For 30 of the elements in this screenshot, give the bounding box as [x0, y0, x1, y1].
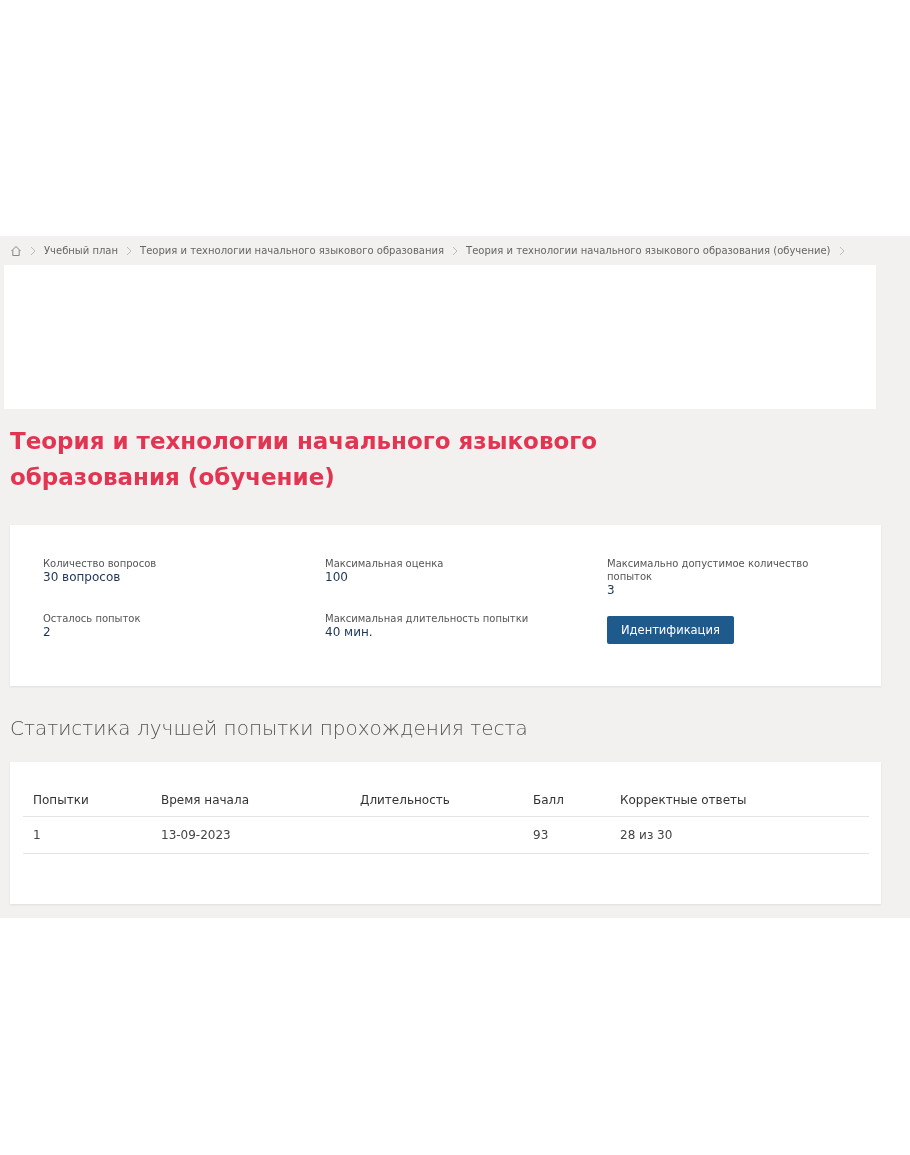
column-header: Балл: [523, 784, 610, 817]
info-value: 40 мин.: [325, 625, 374, 640]
chevron-icon: [30, 245, 36, 256]
info-label: Максимально допустимое количество попыток: [607, 557, 810, 583]
column-header: Время начала: [151, 784, 350, 817]
table-cell: 13-09-2023: [151, 816, 350, 854]
info-label: Максимальная оценка: [325, 557, 445, 570]
table-cell: 1: [23, 816, 151, 854]
column-header: Корректные ответы: [610, 784, 869, 817]
table-cell: 28 из 30: [610, 816, 869, 854]
column-header: Длительность: [350, 784, 523, 817]
chevron-icon: [838, 245, 845, 256]
column-header: Попытки: [23, 784, 151, 817]
chevron-icon: [126, 245, 133, 256]
chevron-icon: [452, 245, 459, 256]
table-cell: 93: [523, 816, 610, 854]
info-label: Осталось попыток: [43, 612, 142, 625]
breadcrumb-link[interactable]: Теория и технологии начального языкового образования: [140, 245, 445, 256]
breadcrumb-link[interactable]: Учебный план: [44, 245, 119, 256]
info-label: Максимальная длительность попытки: [325, 612, 530, 625]
info-label: Количество вопросов: [43, 557, 158, 570]
identification-button[interactable]: Идентификация: [607, 616, 734, 644]
section-heading: Статистика лучшей попытки прохождения теста: [10, 716, 529, 742]
info-value: 100: [325, 570, 349, 585]
home-icon[interactable]: [10, 244, 22, 257]
info-value: 2: [43, 625, 52, 640]
info-value: 3: [607, 583, 616, 598]
page-title: Теория и технологии начального языкового образования (обучение): [10, 427, 599, 492]
info-value: 30 вопросов: [43, 570, 122, 585]
breadcrumb-link[interactable]: Теория и технологии начального языкового образования (обучение): [466, 245, 831, 256]
